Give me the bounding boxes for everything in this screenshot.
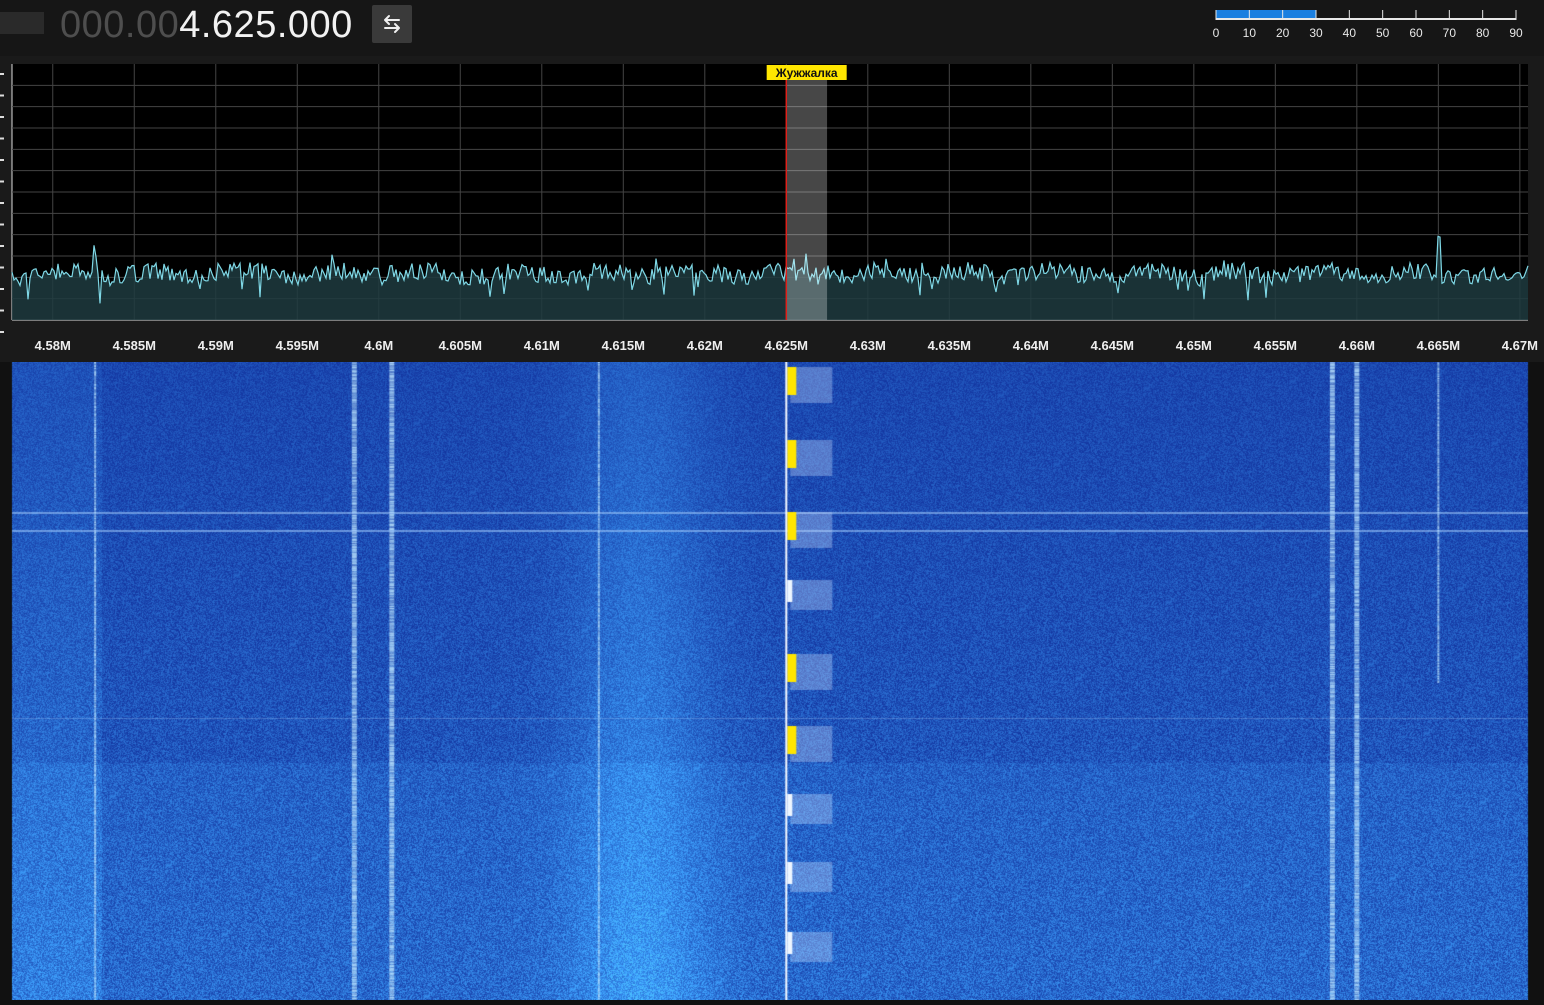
freq-tick-label: 4.635M xyxy=(928,338,971,353)
swap-button[interactable] xyxy=(372,5,412,43)
frequency-active-digits[interactable]: 4.625.000 xyxy=(179,4,353,46)
snr-tick-label: 80 xyxy=(1476,26,1490,40)
snr-tick-label: 50 xyxy=(1376,26,1390,40)
swap-horizontal-icon xyxy=(384,15,400,33)
freq-tick-label: 4.59M xyxy=(198,338,234,353)
top-toolbar: 000.004.625.000 0 10 20 30 40 50 60 70 80 90 xyxy=(0,0,1544,56)
snr-tick-label: 70 xyxy=(1443,26,1457,40)
freq-tick-label: 4.6M xyxy=(364,338,393,353)
waterfall-panel[interactable] xyxy=(0,362,1544,1000)
freq-tick-label: 4.63M xyxy=(850,338,886,353)
snr-meter: 0 10 20 30 40 50 60 70 80 90 xyxy=(1213,10,1523,40)
freq-tick-label: 4.62M xyxy=(687,338,723,353)
frequency-leading-digits[interactable]: 000.00 xyxy=(60,4,179,46)
frequency-display[interactable]: 000.004.625.000 xyxy=(60,2,353,48)
freq-tick-label: 4.595M xyxy=(276,338,319,353)
fft-spectrum-panel[interactable]: 4.58M 4.585M 4.59M 4.595M 4.6M 4.605M 4.61M 4.6… xyxy=(0,56,1544,362)
freq-tick-label: 4.665M xyxy=(1417,338,1460,353)
freq-tick-label: 4.615M xyxy=(602,338,645,353)
freq-tick-label: 4.58M xyxy=(35,338,71,353)
freq-tick-label: 4.67M xyxy=(1502,338,1538,353)
waterfall-canvas[interactable] xyxy=(0,362,1544,1000)
freq-tick-label: 4.65M xyxy=(1176,338,1212,353)
snr-tick-label: 10 xyxy=(1243,26,1257,40)
snr-tick-label: 90 xyxy=(1509,26,1523,40)
fft-plot[interactable]: 4.58M 4.585M 4.59M 4.595M 4.6M 4.605M 4.61M 4.6… xyxy=(0,56,1544,362)
freq-tick-label: 4.645M xyxy=(1091,338,1134,353)
snr-tick-label: 30 xyxy=(1309,26,1323,40)
freq-tick-label: 4.625M xyxy=(765,338,808,353)
snr-level-bar xyxy=(1216,10,1316,18)
snr-tick-label: 0 xyxy=(1213,26,1220,40)
freq-tick-label: 4.66M xyxy=(1339,338,1375,353)
menu-button[interactable] xyxy=(0,12,44,34)
bandwidth-passband[interactable] xyxy=(786,80,828,320)
bookmark-label[interactable]: Жужжалка xyxy=(775,66,838,80)
freq-tick-label: 4.585M xyxy=(113,338,156,353)
snr-tick-label: 40 xyxy=(1343,26,1357,40)
snr-tick-label: 20 xyxy=(1276,26,1290,40)
freq-tick-label: 4.655M xyxy=(1254,338,1297,353)
freq-tick-label: 4.61M xyxy=(524,338,560,353)
freq-tick-label: 4.605M xyxy=(439,338,482,353)
freq-tick-label: 4.64M xyxy=(1013,338,1049,353)
snr-tick-label: 60 xyxy=(1409,26,1423,40)
